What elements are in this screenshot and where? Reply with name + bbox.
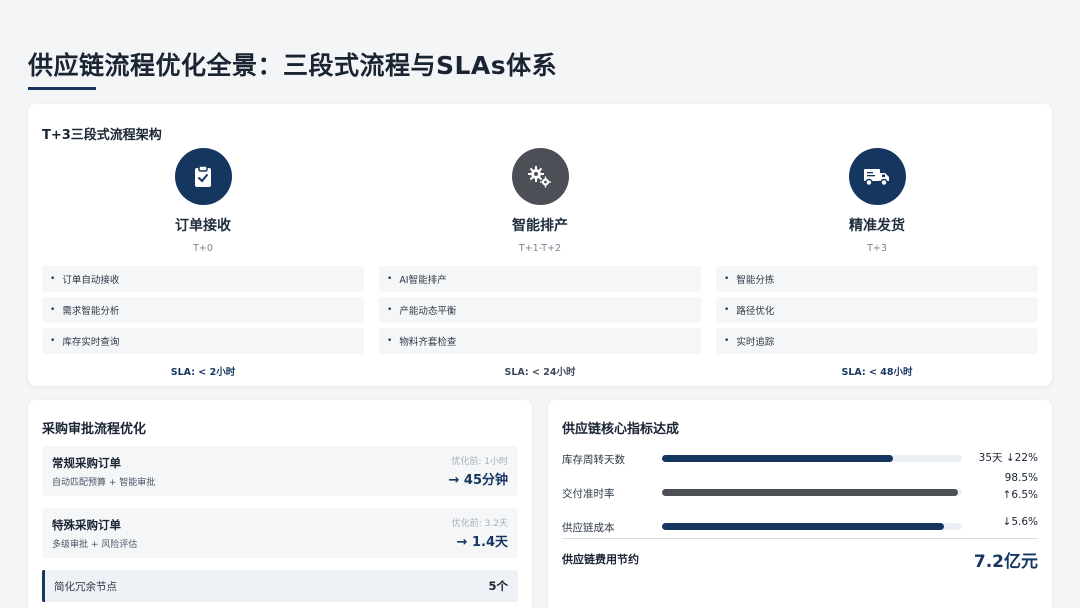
gears-icon (528, 165, 551, 187)
approval-card-title: 采购审批流程优化 (42, 422, 147, 437)
stage-smart-scheduling: 智能排产 T+1-T+2 • AI智能排产 • 产能动态平衡 • 物料齐套检查 SLA… (379, 148, 701, 378)
approval-summary-value: 5个 (488, 579, 508, 593)
stage-name: 精准发货 (849, 218, 905, 234)
approval-item-before: 优化前: 1小时 (451, 457, 508, 467)
metric-label: 交付准时率 (562, 488, 615, 500)
approval-item-special: 特殊采购订单 多级审批 + 风险评估 优化前: 3.2天 → 1.4天 (42, 508, 518, 558)
core-metrics-card: 供应链核心指标达成 库存周转天数 35天 ↓22% 交付准时率 98.5% ↑6… (548, 400, 1052, 608)
metric-value: ↓5.6% (1002, 516, 1038, 528)
stage-item: • 实时追踪 (716, 328, 1038, 354)
metric-divider (562, 538, 1038, 539)
approval-item-regular: 常规采购订单 自动匹配预算 + 智能审批 优化前: 1小时 → 45分钟 (42, 446, 518, 496)
metric-label: 供应链成本 (562, 522, 615, 534)
stage-item: • AI智能排产 (379, 266, 701, 292)
metric-value: 35天 ↓22% (978, 452, 1038, 464)
stage-icon-circle (848, 148, 906, 205)
stage-precise-delivery: 精准发货 T+3 • 智能分拣 • 路径优化 • 实时追踪 SLA: < 48小时 (716, 148, 1038, 378)
stage-sla: SLA: < 24小时 (504, 367, 576, 378)
stage-icon-circle (174, 148, 232, 205)
stage-time: T+0 (193, 243, 213, 254)
approval-optimization-card: 采购审批流程优化 常规采购订单 自动匹配预算 + 智能审批 优化前: 1小时 →… (28, 400, 532, 608)
metric-on-time-delivery: 交付准时率 98.5% ↑6.5% (562, 472, 1038, 508)
metrics-card-title: 供应链核心指标达成 (562, 422, 680, 437)
stage-item: • 路径优化 (716, 297, 1038, 323)
metric-progress-track (662, 523, 962, 530)
stage-name: 智能排产 (512, 218, 568, 234)
stage-order-receive: 订单接收 T+0 • 订单自动接收 • 需求智能分析 • 库存实时查询 SLA: < … (42, 148, 364, 378)
stage-item: • 订单自动接收 (42, 266, 364, 292)
stage-sla: SLA: < 2小时 (170, 367, 236, 378)
metric-progress-fill (662, 523, 944, 530)
stage-item: • 产能动态平衡 (379, 297, 701, 323)
stage-item: • 需求智能分析 (42, 297, 364, 323)
approval-summary-label: 简化冗余节点 (54, 581, 117, 593)
metric-progress-track (662, 489, 962, 496)
process-architecture-card: T+3三段式流程架构 订单接收 T+0 • 订单自动接收 • 需求智能分析 • 库存实… (28, 104, 1052, 386)
metric-value: 98.5% ↑6.5% (1002, 472, 1038, 501)
metric-progress-fill (662, 455, 893, 462)
truck-icon (864, 168, 889, 186)
approval-item-desc: 多级审批 + 风险评估 (52, 540, 138, 550)
metric-progress-track (662, 455, 962, 462)
process-card-title: T+3三段式流程架构 (42, 128, 162, 143)
saving-value: 7.2亿元 (973, 552, 1038, 572)
approval-item-title: 常规采购订单 (52, 456, 121, 470)
stage-time: T+1-T+2 (518, 243, 562, 254)
stage-sla: SLA: < 48小时 (841, 367, 913, 378)
stage-name: 订单接收 (175, 218, 231, 234)
approval-item-title: 特殊采购订单 (52, 518, 121, 532)
stage-icon-circle (511, 148, 569, 205)
approval-item-after: → 1.4天 (456, 535, 508, 550)
stage-item: • 库存实时查询 (42, 328, 364, 354)
stage-time: T+3 (867, 243, 887, 254)
page-title: 供应链流程优化全景：三段式流程与SLAs体系 (28, 51, 558, 80)
clipboard-check-icon (195, 164, 211, 187)
approval-item-after: → 45分钟 (448, 473, 508, 488)
approval-item-desc: 自动匹配预算 + 智能审批 (52, 478, 156, 488)
stage-item: • 智能分拣 (716, 266, 1038, 292)
approval-item-before: 优化前: 3.2天 (451, 519, 508, 529)
approval-summary: 简化冗余节点 5个 (42, 570, 518, 602)
metric-progress-fill (662, 489, 958, 496)
saving-label: 供应链费用节约 (562, 553, 639, 566)
metric-label: 库存周转天数 (562, 454, 625, 466)
stage-item: • 物料齐套检查 (379, 328, 701, 354)
metric-inventory-turnover: 库存周转天数 35天 ↓22% (562, 444, 1038, 474)
title-underline (28, 87, 96, 90)
